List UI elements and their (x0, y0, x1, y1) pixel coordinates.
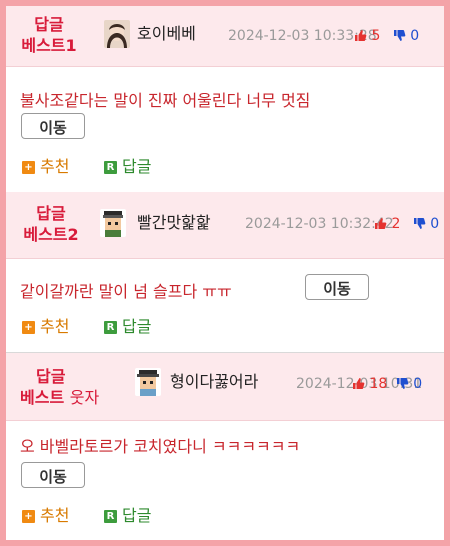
r-icon: R (104, 160, 117, 174)
downvote-count: 0 (410, 28, 420, 44)
rank-label: 답글 (34, 15, 64, 34)
rank-badge: 답글 베스트2 (20, 203, 82, 245)
avatar[interactable] (100, 209, 126, 237)
rank-sub-label: 베스트 (20, 388, 65, 407)
vote-counts: 2 0 (374, 215, 439, 233)
downvote[interactable]: 0 (396, 376, 422, 392)
rank-sub-label: 베스트1 (21, 36, 77, 55)
downvote-count: 0 (413, 376, 423, 392)
rank-badge: 답글 베스트1 (20, 14, 78, 56)
reply-label: 답글 (122, 317, 152, 336)
upvote[interactable]: 2 (374, 216, 405, 232)
downvote-count: 0 (430, 216, 440, 232)
upvote-count: 18 (369, 376, 388, 392)
plus-icon: + (22, 320, 35, 334)
plus-icon: + (22, 160, 35, 174)
recommend-button[interactable]: + 추천 (22, 317, 69, 337)
reply-content: 불사조같다는 말이 진짜 어울린다 너무 멋짐 (20, 91, 311, 110)
recommend-label: 추천 (40, 317, 70, 336)
best-replies-panel: 답글 베스트1 호이베베 2024-12-03 10:33:28 5 0 불사조… (6, 6, 444, 540)
r-icon: R (104, 509, 117, 523)
move-button[interactable]: 이동 (305, 274, 369, 300)
downvote[interactable]: 0 (413, 216, 439, 232)
reply-label: 답글 (122, 506, 152, 525)
recommend-label: 추천 (40, 157, 70, 176)
upvote-count: 5 (371, 28, 381, 44)
rank-sub-label: 베스트2 (23, 225, 79, 244)
thumbs-up-icon (353, 378, 365, 389)
thumbs-up-icon (355, 30, 367, 41)
timestamp: 2024-12-03 10:32:42 (245, 216, 394, 232)
reply-button[interactable]: R 답글 (104, 317, 151, 337)
recommend-button[interactable]: + 추천 (22, 506, 69, 526)
rank-label: 답글 (36, 204, 66, 223)
recommend-label: 추천 (40, 506, 70, 525)
reply-button[interactable]: R 답글 (104, 506, 151, 526)
thumbs-up-icon (375, 218, 387, 229)
nickname[interactable]: 빨간맛핥핥 (137, 213, 211, 233)
vote-counts: 18 0 (352, 375, 422, 393)
reply-content: 오 바벨라토르가 코치였다니 ㅋㅋㅋㅋㅋㅋ (20, 437, 301, 456)
recommend-button[interactable]: + 추천 (22, 157, 69, 177)
plus-icon: + (22, 509, 35, 523)
nickname[interactable]: 형이다꿇어라 (170, 372, 258, 392)
move-button[interactable]: 이동 (21, 462, 85, 488)
rank-category: 웃자 (69, 388, 100, 407)
avatar[interactable] (135, 368, 161, 396)
upvote[interactable]: 5 (354, 28, 385, 44)
reply-content: 같이갈까란 말이 넘 슬프다 ㅠㅠ (20, 282, 232, 301)
thumbs-down-icon (393, 30, 406, 41)
reply-label: 답글 (122, 157, 152, 176)
rank-badge: 답글 베스트 웃자 (20, 366, 120, 408)
avatar[interactable] (104, 20, 130, 48)
upvote[interactable]: 18 (352, 376, 392, 392)
reply-button[interactable]: R 답글 (104, 157, 151, 177)
downvote[interactable]: 0 (393, 28, 419, 44)
r-icon: R (104, 320, 117, 334)
thumbs-down-icon (396, 378, 409, 389)
thumbs-down-icon (413, 218, 426, 229)
vote-counts: 5 0 (354, 27, 419, 45)
upvote-count: 2 (391, 216, 401, 232)
nickname[interactable]: 호이베베 (137, 24, 196, 44)
move-button[interactable]: 이동 (21, 113, 85, 139)
rank-label: 답글 (36, 367, 66, 386)
